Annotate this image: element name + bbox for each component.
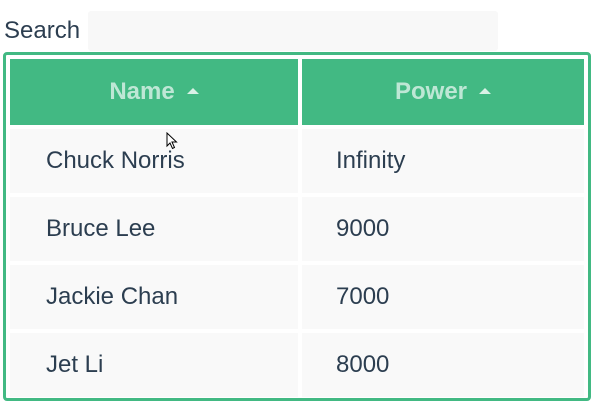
column-header-power[interactable]: Power — [302, 59, 584, 125]
cell-name: Chuck Norris — [10, 129, 298, 193]
column-header-label: Power — [394, 78, 468, 105]
cell-name: Jet Li — [10, 333, 298, 397]
search-bar: Search — [4, 10, 499, 52]
table-row: Jet Li 8000 — [10, 333, 584, 397]
sort-arrow-up-icon — [186, 87, 199, 94]
data-grid: Name Power Chuck Norris Infinity Bruce L… — [3, 52, 591, 401]
column-header-label: Name — [109, 78, 175, 105]
column-header-name[interactable]: Name — [10, 59, 298, 125]
cell-name: Jackie Chan — [10, 265, 298, 329]
search-input[interactable] — [88, 11, 499, 51]
cell-power: Infinity — [302, 129, 584, 193]
cell-name: Bruce Lee — [10, 197, 298, 261]
sort-arrow-up-icon — [479, 87, 492, 94]
table-row: Chuck Norris Infinity — [10, 129, 584, 193]
search-label: Search — [4, 17, 81, 44]
table-row: Jackie Chan 7000 — [10, 265, 584, 329]
cell-power: 7000 — [302, 265, 584, 329]
page: Search Name Power Chuck Norris Infinity — [0, 0, 600, 409]
table-row: Bruce Lee 9000 — [10, 197, 584, 261]
header-row: Name Power — [10, 59, 584, 125]
grid-table: Name Power Chuck Norris Infinity Bruce L… — [6, 55, 588, 398]
cell-power: 9000 — [302, 197, 584, 261]
cell-power: 8000 — [302, 333, 584, 397]
